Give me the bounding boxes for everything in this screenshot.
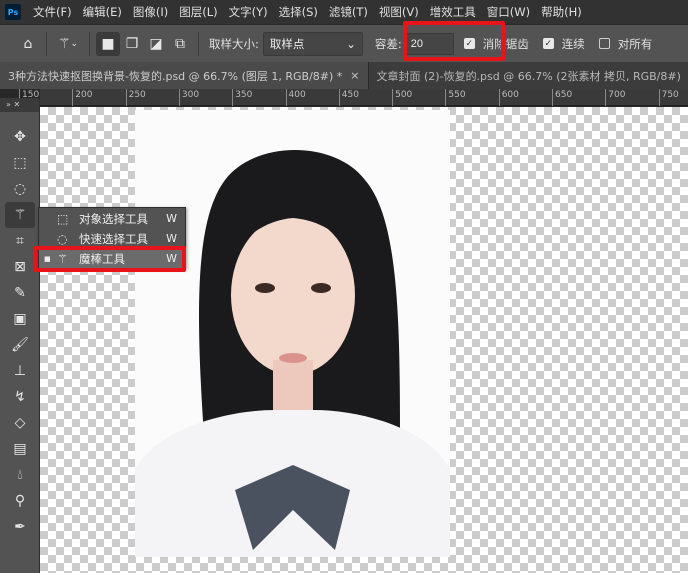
frame-tool-icon[interactable]: ⊠ [5, 254, 35, 280]
quick-selection-icon: ◌ [57, 231, 68, 246]
object-selection-tool-item[interactable]: ⬚ 对象选择工具 W [39, 209, 185, 228]
ruler-tick: 350 [232, 89, 252, 106]
panel-grip[interactable] [0, 112, 39, 124]
menu-plugins[interactable]: 增效工具 [430, 4, 476, 20]
close-icon[interactable]: × [350, 69, 359, 82]
anti-alias-checkbox[interactable]: ✓ [463, 38, 475, 49]
chevron-down-icon: ⌄ [346, 36, 356, 51]
tab-document-2[interactable]: 文章封面 (2)-恢复的.psd @ 66.7% (2张素材 拷贝, RGB/8… [369, 62, 688, 89]
ruler-tick: 650 [552, 89, 572, 106]
magic-wand-icon: ⚚ [57, 251, 68, 266]
menu-type[interactable]: 文字(Y) [229, 4, 268, 20]
document-tabs: 3种方法快速抠图换背景-恢复的.psd @ 66.7% (图层 1, RGB/8… [0, 62, 688, 89]
menu-help[interactable]: 帮助(H) [541, 4, 582, 20]
eraser-tool-icon[interactable]: ◇ [5, 410, 35, 436]
menu-edit[interactable]: 编辑(E) [83, 4, 122, 20]
menu-select[interactable]: 选择(S) [279, 4, 318, 20]
divider [89, 31, 90, 56]
menu-view[interactable]: 视图(V) [379, 4, 419, 20]
sample-all-layers-label: 对所有 [617, 36, 653, 51]
ruler-tick: 700 [605, 89, 625, 106]
healing-brush-tool-icon[interactable]: ▣ [5, 306, 35, 332]
item-label: 魔棒工具 [79, 251, 125, 266]
tab-label: 3种方法快速抠图换背景-恢复的.psd @ 66.7% (图层 1, RGB/8… [8, 69, 343, 83]
eyedropper-tool-icon[interactable]: ✎ [5, 280, 35, 306]
sample-all-layers-checkbox[interactable] [598, 38, 610, 49]
tab-label: 文章封面 (2)-恢复的.psd @ 66.7% (2张素材 拷贝, RGB/8… [376, 69, 681, 83]
ruler-tick: 400 [285, 89, 306, 106]
quick-selection-tool-item[interactable]: ◌ 快速选择工具 W [39, 229, 185, 248]
panel-collapse-icon[interactable]: » ✕ [0, 98, 39, 112]
ruler-tick: 250 [125, 89, 146, 106]
ruler-tick: 300 [178, 89, 199, 106]
photoshop-logo: Ps [5, 4, 21, 20]
marquee-tool-icon[interactable]: ⬚ [5, 150, 35, 176]
ruler-tick: 200 [72, 89, 92, 106]
home-icon[interactable]: ⌂ [16, 32, 40, 56]
gradient-tool-icon[interactable]: ▤ [5, 436, 35, 462]
dodge-tool-icon[interactable]: ⚲ [5, 488, 35, 514]
sample-size-select[interactable]: 取样点 ⌄ [262, 31, 363, 56]
anti-alias-label: 消除锯齿 [482, 36, 529, 51]
contiguous-checkbox[interactable]: ✓ [542, 38, 554, 49]
tab-document-1[interactable]: 3种方法快速抠图换背景-恢复的.psd @ 66.7% (图层 1, RGB/8… [0, 62, 369, 89]
item-label: 对象选择工具 [79, 211, 148, 226]
menu-file[interactable]: 文件(F) [33, 4, 72, 20]
tolerance-input[interactable] [405, 32, 454, 55]
magic-wand-preset-icon[interactable]: ⚚ ⌄ [53, 32, 83, 56]
subtract-selection-icon[interactable]: ◪ [144, 32, 168, 56]
menu-filter[interactable]: 滤镜(T) [329, 4, 368, 20]
tolerance-label: 容差: [374, 36, 402, 51]
shortcut-key: W [166, 252, 177, 265]
ruler-tick: 750 [658, 89, 679, 106]
horizontal-ruler: 150 200 250 300 350 400 450 500 550 600 650 700 750 [19, 89, 688, 106]
contiguous-label: 连续 [561, 36, 585, 51]
object-selection-icon: ⬚ [57, 211, 69, 226]
selected-marker-icon: ■ [44, 254, 51, 263]
shortcut-key: W [166, 232, 177, 245]
menu-layer[interactable]: 图层(L) [179, 4, 217, 20]
sample-size-label: 取样大小: [209, 36, 259, 51]
magic-wand-tool-icon[interactable]: ⚚ [5, 202, 35, 228]
clone-stamp-tool-icon[interactable]: ⊥ [5, 358, 35, 384]
selection-tools-flyout: ⬚ 对象选择工具 W ◌ 快速选择工具 W ■ ⚚ 魔棒工具 W [38, 207, 186, 269]
document-canvas[interactable] [40, 107, 688, 573]
blur-tool-icon[interactable]: 💧︎ [5, 462, 35, 488]
ruler-tick: 450 [338, 89, 359, 106]
brush-tool-icon[interactable]: 🖌︎ [5, 332, 35, 358]
divider [198, 31, 199, 56]
move-tool-icon[interactable]: ✥ [5, 124, 35, 150]
intersect-selection-icon[interactable]: ⧉ [168, 32, 192, 56]
new-selection-icon[interactable]: ■ [96, 31, 120, 56]
options-bar: ⌂ ⚚⌄ ■ ❐ ◪ ⧉ 取样大小: 取样点 ⌄ 容差: ✓ 消除锯齿 ✓ 连续 对所… [0, 24, 688, 62]
magic-wand-tool-item[interactable]: ■ ⚚ 魔棒工具 W [39, 249, 185, 268]
crop-tool-icon[interactable]: ⌗ [5, 228, 35, 254]
sample-size-value: 取样点 [269, 36, 305, 51]
tools-panel: » ✕ ✥ ⬚ ◌ ⚚ ⌗ ⊠ ✎ ▣ 🖌︎ ⊥ ↯ ◇ ▤ 💧︎ ⚲ ✒ [0, 98, 40, 573]
ruler-tick: 600 [498, 89, 519, 106]
lasso-tool-icon[interactable]: ◌ [5, 176, 35, 202]
shortcut-key: W [166, 212, 177, 225]
add-selection-icon[interactable]: ❐ [120, 32, 144, 56]
menu-window[interactable]: 窗口(W) [487, 4, 530, 20]
history-brush-tool-icon[interactable]: ↯ [5, 384, 35, 410]
ruler-tick: 550 [445, 89, 466, 106]
ruler-tick: 500 [392, 89, 412, 106]
item-label: 快速选择工具 [79, 231, 148, 246]
portrait-photo [135, 110, 450, 557]
divider [46, 31, 47, 56]
menu-bar: Ps 文件(F) 编辑(E) 图像(I) 图层(L) 文字(Y) 选择(S) 滤… [0, 0, 688, 24]
pen-tool-icon[interactable]: ✒ [5, 514, 35, 540]
menu-image[interactable]: 图像(I) [133, 4, 168, 20]
